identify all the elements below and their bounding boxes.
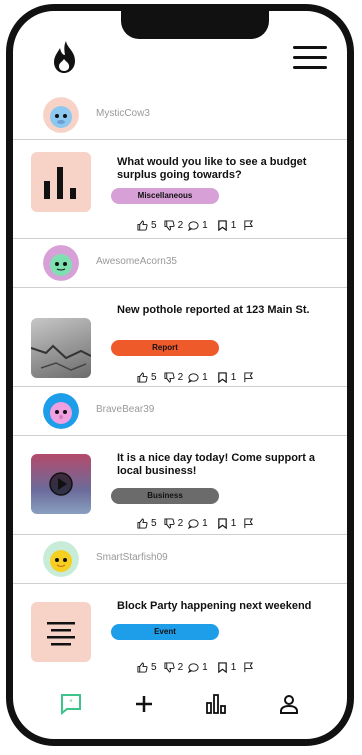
avatar[interactable] [43, 541, 79, 577]
like-count: 5 [151, 372, 157, 383]
flag-icon[interactable] [243, 220, 254, 231]
post-stats: 5 2 1 1 [137, 220, 254, 231]
username[interactable]: MysticCow3 [96, 108, 150, 119]
post-card[interactable]: What would you like to see a budget surp… [13, 140, 347, 238]
avatar[interactable] [43, 97, 79, 133]
thumbs-down-icon[interactable] [164, 220, 175, 231]
bookmark-icon[interactable] [217, 518, 228, 529]
category-tag[interactable]: Report [111, 340, 219, 356]
post-author-row[interactable]: AwesomeAcorn35 [13, 238, 347, 288]
dislike-count: 2 [177, 518, 184, 529]
post-card[interactable]: Block Party happening next weekend Event… [13, 584, 347, 682]
dislike-count: 2 [177, 372, 184, 383]
category-tag[interactable]: Miscellaneous [111, 188, 219, 204]
top-bar [13, 11, 347, 91]
business-video-thumbnail[interactable] [31, 454, 91, 514]
dislike-count: 2 [177, 220, 184, 231]
post-author-row[interactable]: MysticCow3 [13, 91, 347, 140]
post-feed: MysticCow3 What would you like to see a … [13, 91, 347, 682]
post-title[interactable]: It is a nice day today! Come support a l… [117, 452, 317, 478]
chat-icon: “ [61, 694, 82, 716]
avatar[interactable] [43, 393, 79, 429]
thumbs-up-icon[interactable] [137, 372, 148, 383]
thumbs-down-icon[interactable] [164, 372, 175, 383]
bar-chart-icon [206, 694, 227, 714]
comment-icon[interactable] [188, 372, 199, 383]
flag-icon[interactable] [243, 518, 254, 529]
profile-icon [279, 695, 298, 714]
svg-text:“: “ [70, 698, 73, 708]
bookmark-icon[interactable] [217, 220, 228, 231]
add-post-button[interactable] [129, 689, 159, 719]
post-card[interactable]: It is a nice day today! Come support a l… [13, 436, 347, 534]
thumbs-down-icon[interactable] [164, 518, 175, 529]
post-title[interactable]: What would you like to see a budget surp… [117, 156, 317, 182]
username[interactable]: AwesomeAcorn35 [96, 256, 177, 267]
comment-count: 1 [202, 220, 208, 231]
save-count: 1 [230, 518, 237, 529]
phone-frame: MysticCow3 What would you like to see a … [6, 4, 354, 746]
pothole-photo [31, 318, 91, 378]
category-tag[interactable]: Business [111, 488, 219, 504]
category-tag[interactable]: Event [111, 624, 219, 640]
thumbs-up-icon[interactable] [137, 220, 148, 231]
username[interactable]: BraveBear39 [96, 404, 154, 415]
post-title[interactable]: New pothole reported at 123 Main St. [117, 304, 317, 317]
post-card[interactable]: New pothole reported at 123 Main St. Rep… [13, 288, 347, 386]
username[interactable]: SmartStarfish09 [96, 552, 168, 563]
comment-count: 1 [202, 518, 208, 529]
hamburger-menu-icon[interactable] [293, 46, 327, 70]
thumbs-up-icon[interactable] [137, 518, 148, 529]
post-author-row[interactable]: SmartStarfish09 [13, 534, 347, 584]
comment-count: 1 [202, 372, 208, 383]
comment-icon[interactable] [188, 518, 199, 529]
like-count: 5 [151, 220, 157, 231]
save-count: 1 [230, 372, 237, 383]
text-thumbnail [31, 602, 91, 662]
flag-icon[interactable] [243, 372, 254, 383]
flame-logo-icon[interactable] [51, 39, 81, 75]
post-title[interactable]: Block Party happening next weekend [117, 600, 317, 613]
post-author-row[interactable]: BraveBear39 [13, 386, 347, 436]
save-count: 1 [230, 220, 237, 231]
stats-nav-button[interactable] [201, 689, 231, 719]
post-stats: 5 2 1 1 [137, 372, 254, 383]
chat-nav-button[interactable]: “ [56, 689, 86, 719]
post-stats: 5 2 1 1 [137, 518, 254, 529]
avatar[interactable] [43, 245, 79, 281]
comment-icon[interactable] [188, 220, 199, 231]
bar-chart-thumbnail [31, 152, 91, 212]
plus-icon [135, 696, 152, 712]
profile-nav-button[interactable] [274, 689, 304, 719]
like-count: 5 [151, 518, 157, 529]
bookmark-icon[interactable] [217, 372, 228, 383]
bottom-navigation: “ [13, 669, 347, 739]
